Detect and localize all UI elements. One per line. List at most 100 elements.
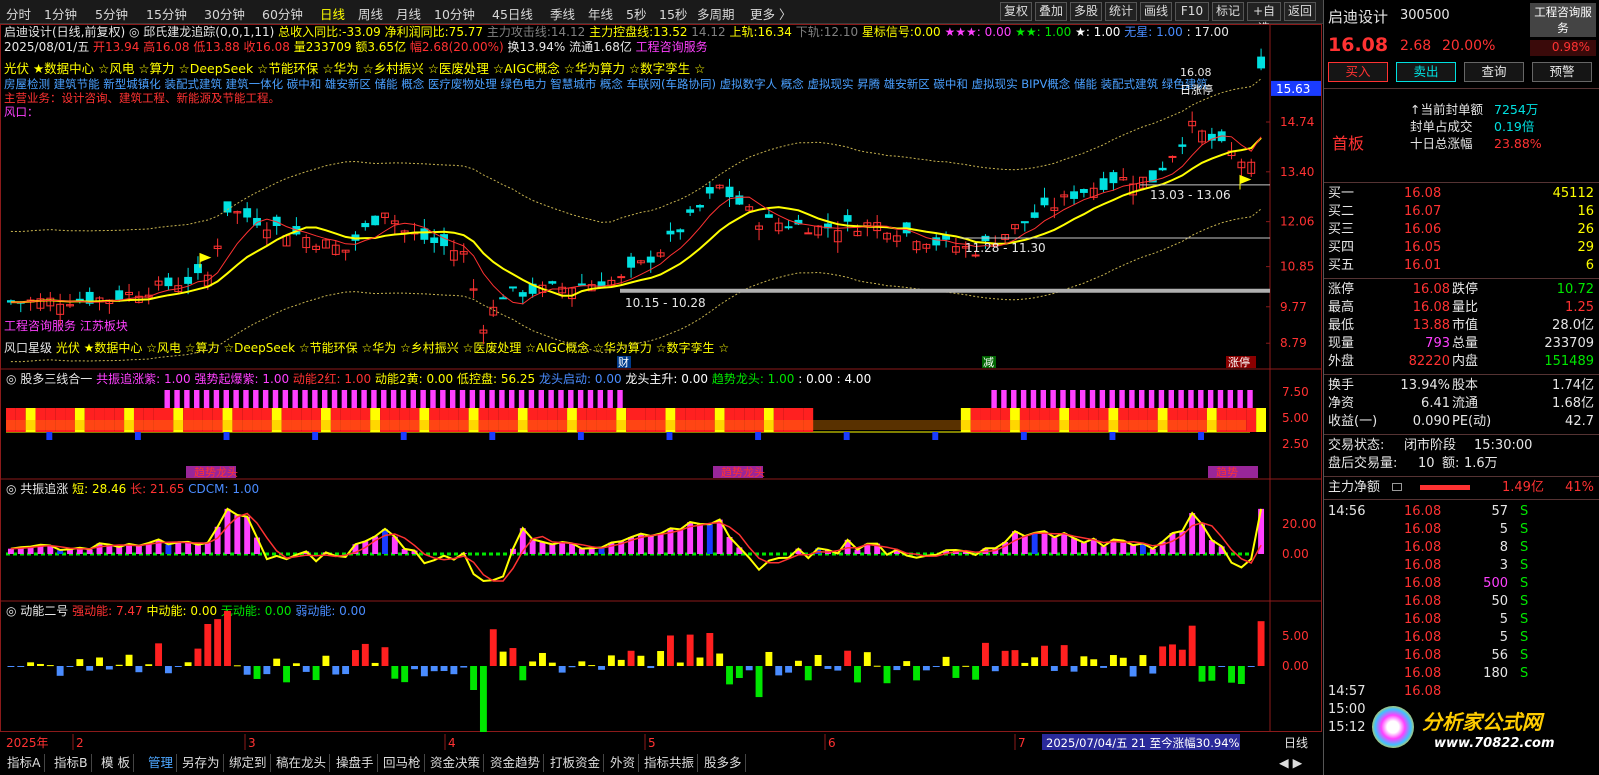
stat-value: 16.08: [1412, 282, 1450, 297]
candle-body: [371, 215, 380, 226]
panel4-bar: [1257, 621, 1265, 666]
toolbar-button[interactable]: 多股: [1070, 2, 1102, 21]
period-tab[interactable]: 多周期: [697, 4, 735, 23]
bid-row[interactable]: 买一 16.08 45112: [1324, 184, 1599, 203]
net-flow-row[interactable]: 主力净额 1.49亿 41%: [1324, 478, 1599, 497]
stat-value: 1.68亿: [1552, 396, 1594, 411]
indicator-tab[interactable]: 指标共振: [641, 754, 699, 772]
indicator-tab[interactable]: 绑定到: [226, 754, 271, 772]
panel3-bar: [706, 524, 713, 554]
toolbar-button[interactable]: 返回: [1284, 2, 1316, 21]
stat-row: 涨停 16.08 跌停 10.72: [1324, 280, 1599, 299]
indicator-tab[interactable]: 回马枪: [380, 754, 425, 772]
bid-row[interactable]: 买五 16.01 6: [1324, 256, 1599, 275]
panel2-bar-blue: [489, 432, 496, 440]
toolbar-button[interactable]: 标记: [1212, 2, 1244, 21]
panel4-bar: [647, 666, 655, 669]
candle-body: [646, 256, 655, 263]
period-tab[interactable]: 周线: [358, 4, 383, 23]
period-label[interactable]: 日线: [1284, 736, 1308, 750]
bid-row[interactable]: 买三 16.06 26: [1324, 220, 1599, 239]
period-tab[interactable]: 季线: [550, 4, 575, 23]
tick-time: 14:57: [1328, 684, 1366, 699]
header-seg: 高16.08: [139, 39, 189, 54]
period-tab[interactable]: 月线: [396, 4, 421, 23]
period-tab[interactable]: 30分钟: [204, 4, 245, 23]
indicator-tab[interactable]: 资金决策: [427, 754, 485, 772]
panel3-bar: [1080, 542, 1087, 554]
panel4-bar: [7, 666, 15, 667]
header-seg: 房屋检测 建筑节能 新型城镇化 装配式建筑 建筑一体化 碳中和 雄安新区 储能 …: [4, 77, 1208, 91]
trade-button[interactable]: 预警: [1532, 62, 1592, 82]
sector-corner[interactable]: 工程咨询服务: [1530, 3, 1596, 37]
indicator-tab[interactable]: 指标A: [4, 754, 45, 772]
panel3-bar: [382, 528, 388, 554]
stat-value: 151489: [1544, 354, 1594, 369]
panel4-bar: [578, 661, 586, 666]
period-tab[interactable]: 更多 〉: [750, 4, 791, 23]
panel4-bar: [1237, 666, 1245, 685]
indicator-tab[interactable]: 打板资金: [547, 754, 605, 772]
tick-volume: 500: [1483, 576, 1508, 591]
header-seg: 量233709: [290, 40, 352, 54]
indicator-tab[interactable]: 模 板: [98, 754, 134, 772]
indicator-tab[interactable]: 稿在龙头: [273, 754, 331, 772]
indicator-tab[interactable]: 股多多: [701, 754, 746, 772]
period-tab[interactable]: 10分钟: [434, 4, 475, 23]
period-tab[interactable]: 5秒: [626, 4, 646, 23]
panel4-bar: [1100, 666, 1108, 668]
header-seg: 上轨:16.34: [729, 25, 795, 39]
header-seg: 风口：: [4, 105, 39, 119]
nav-arrows[interactable]: ◀ ▶: [1276, 754, 1305, 772]
indicator-tab[interactable]: 指标B: [51, 754, 92, 772]
net-flow-label: 主力净额: [1328, 480, 1381, 495]
trade-button[interactable]: 查询: [1464, 62, 1524, 82]
bid-row[interactable]: 买二 16.07 16: [1324, 202, 1599, 221]
quote-code: 300500: [1400, 8, 1450, 23]
tick-row: 16.08 56 S: [1324, 646, 1599, 665]
header-line: 启迪设计(日线,前复权) ◎ 邱氏建龙追踪(0,0,1,11) 总收入同比:-3…: [4, 24, 1229, 39]
panel2-bar: [1256, 408, 1266, 432]
period-tab[interactable]: 45日线: [492, 4, 533, 23]
panel2-bar-blue: [932, 432, 939, 440]
period-tab[interactable]: 5分钟: [95, 4, 128, 23]
period-tab[interactable]: 60分钟: [262, 4, 303, 23]
tick-price: 16.08: [1404, 666, 1442, 681]
stat-label: 收益(一): [1328, 414, 1378, 429]
panel4-bar: [982, 642, 989, 666]
toolbar-button[interactable]: 叠加: [1035, 2, 1067, 21]
toolbar-button[interactable]: 画线: [1140, 2, 1172, 21]
bid-row[interactable]: 买四 16.05 29: [1324, 238, 1599, 257]
quote-price: 16.08: [1328, 34, 1389, 56]
stat-label: 跌停: [1452, 282, 1479, 297]
period-tab[interactable]: 15分钟: [146, 4, 187, 23]
header-seg: 启迪设计(日线,前复权): [4, 24, 129, 39]
indicator-tab[interactable]: 资金趋势: [487, 754, 545, 772]
panel4-bar: [1050, 666, 1058, 671]
toolbar-button[interactable]: 统计: [1105, 2, 1137, 21]
panel4-bar: [430, 666, 438, 672]
toolbar-button[interactable]: +自选: [1247, 2, 1281, 35]
stat-value: 793: [1425, 336, 1450, 351]
limit-up-label: 日涨停: [1180, 83, 1213, 97]
period-tab[interactable]: 分时: [6, 4, 31, 23]
kline-chart[interactable]: 启迪设计(日线,前复权) ◎ 邱氏建龙追踪(0,0,1,11) 总收入同比:-3…: [0, 24, 1322, 733]
period-tab[interactable]: 年线: [588, 4, 613, 23]
panel4-bar: [863, 652, 871, 666]
indicator-tab[interactable]: 外资: [607, 754, 640, 772]
panel4-bar: [548, 662, 556, 666]
toolbar-button[interactable]: F10: [1175, 2, 1209, 21]
trade-button[interactable]: 卖出: [1396, 62, 1456, 82]
chart-area[interactable]: 启迪设计(日线,前复权) ◎ 邱氏建龙追踪(0,0,1,11) 总收入同比:-3…: [0, 24, 1322, 733]
indicator-tab[interactable]: 操盘手: [333, 754, 378, 772]
period-tab[interactable]: 15秒: [659, 4, 687, 23]
period-tab[interactable]: 1分钟: [44, 4, 77, 23]
indicator-tab[interactable]: 管理: [145, 754, 178, 772]
period-tab[interactable]: 日线: [320, 4, 345, 23]
trade-button[interactable]: 买入: [1328, 62, 1388, 82]
panel2-bar-blue: [134, 432, 141, 440]
stat-value: 13.88: [1412, 318, 1450, 333]
indicator-tab[interactable]: 另存为: [179, 754, 224, 772]
range-label: 10.15 - 10.28: [625, 296, 706, 310]
toolbar-button[interactable]: 复权: [1000, 2, 1032, 21]
